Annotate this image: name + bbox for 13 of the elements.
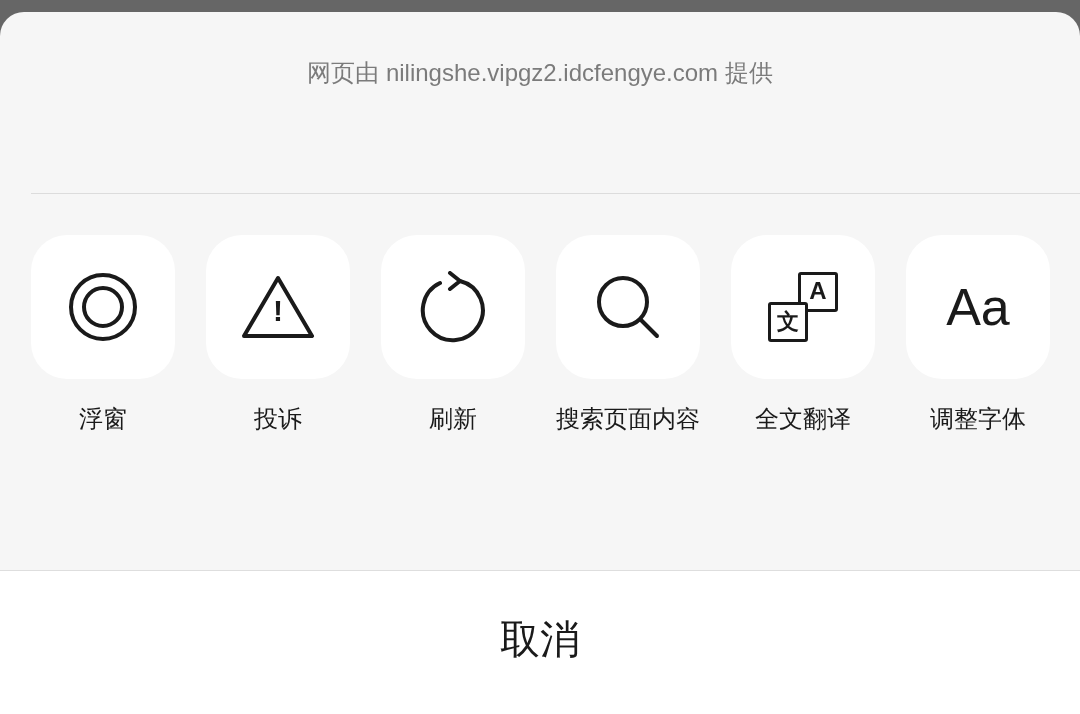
warning-icon: ! [241,274,315,340]
action-button[interactable]: 刷新 [381,235,525,570]
refresh-icon [420,271,486,343]
action-button[interactable]: Aa 调整字体 [906,235,1050,570]
source-note: 网页由 nilingshe.vipgz2.idcfengye.com 提供 [307,58,773,88]
cancel-button[interactable]: 取消 [0,571,1080,714]
floating-window-icon [68,272,138,342]
font-size-icon: Aa [946,281,1010,333]
action-button[interactable]: 浮窗 [31,235,175,570]
search-icon [596,275,660,339]
action-button[interactable]: ! 投诉 [206,235,350,570]
action-button[interactable]: 搜索页面内容 [556,235,700,570]
action-button[interactable]: A 文 全文翻译 [731,235,875,570]
